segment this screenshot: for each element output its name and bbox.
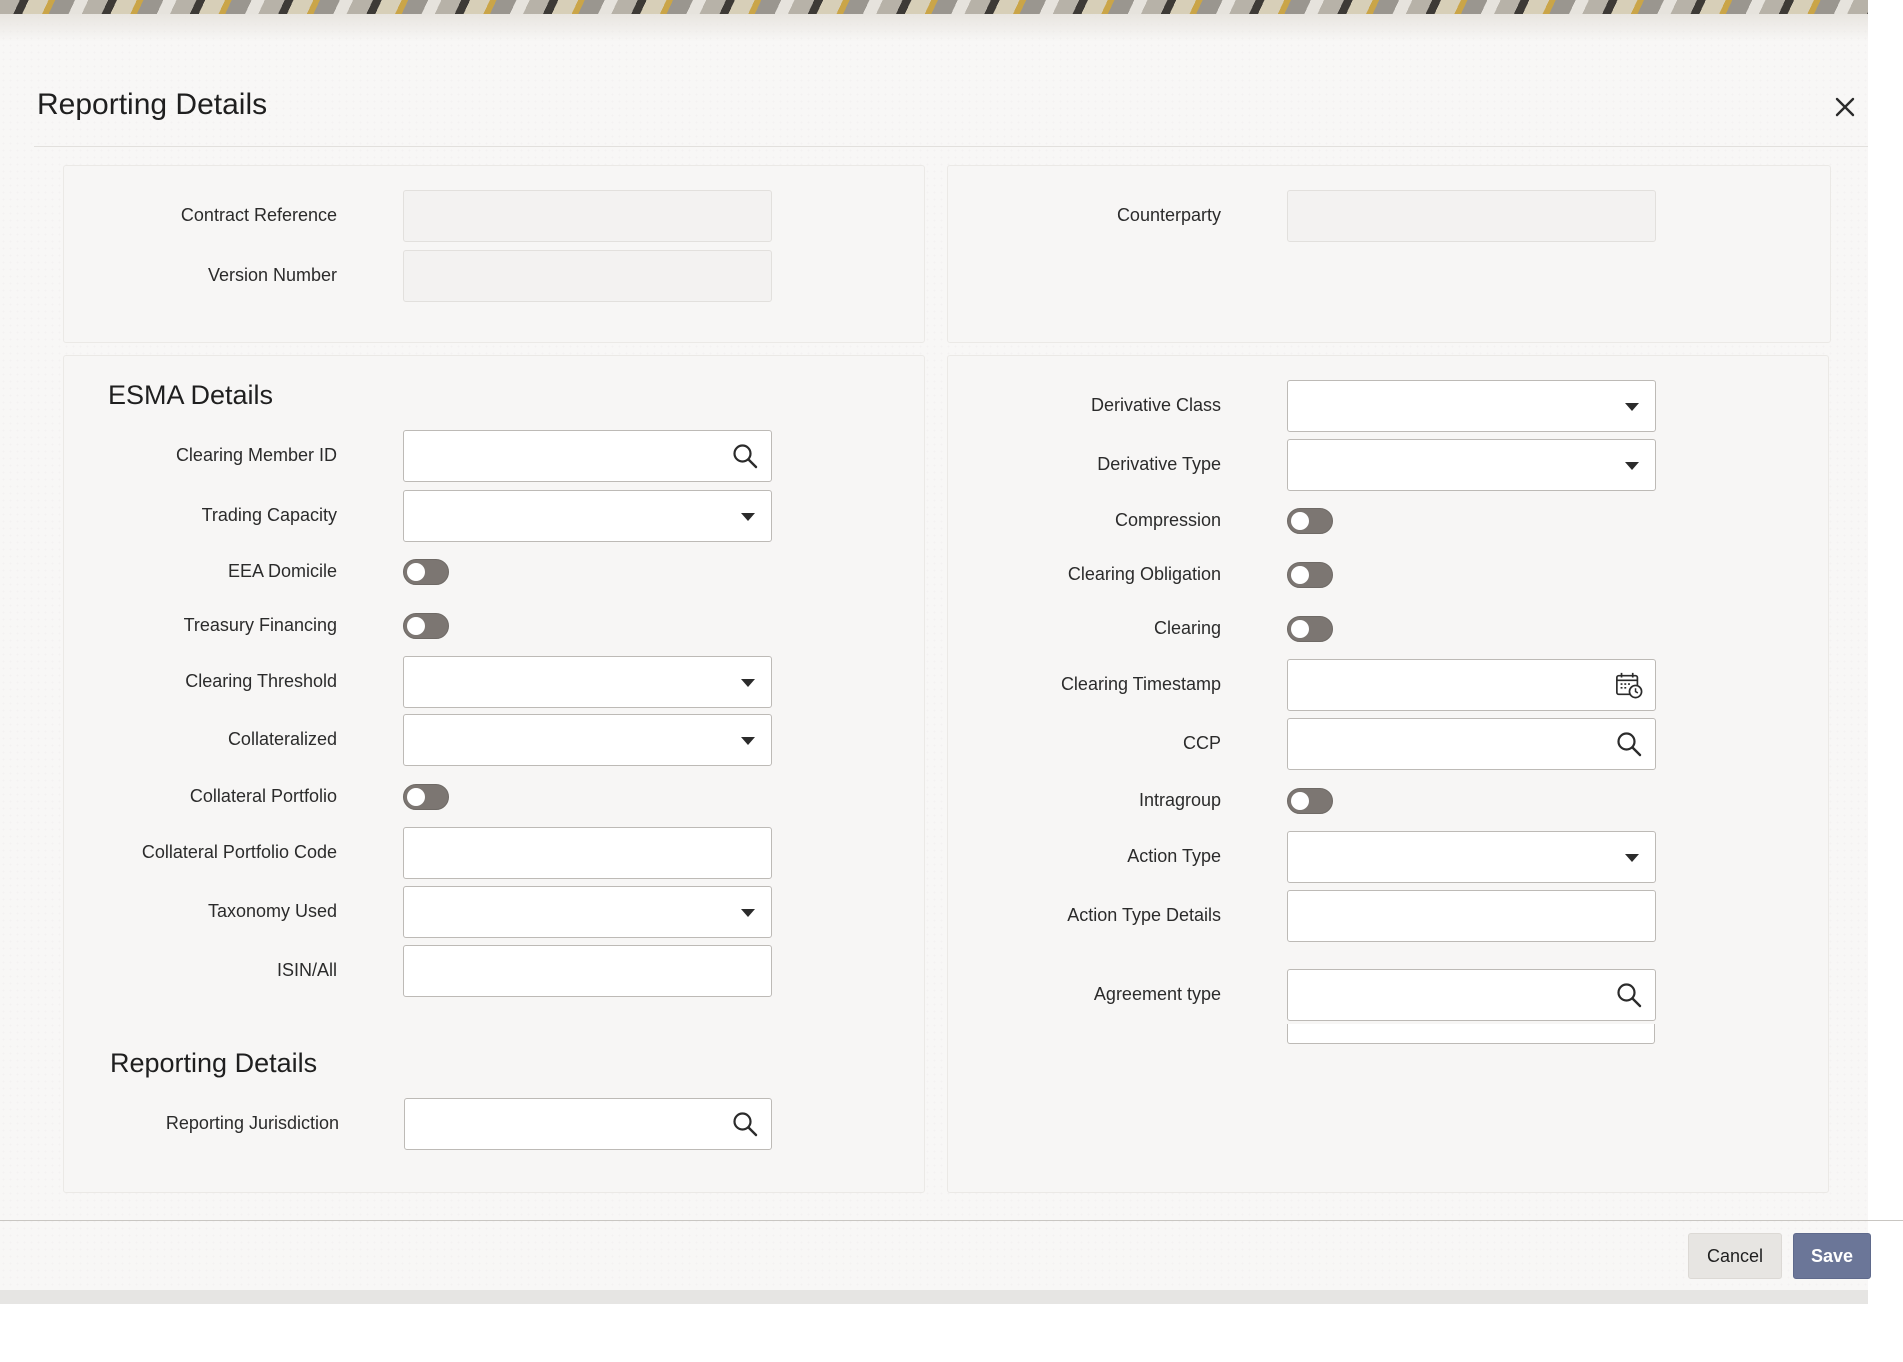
search-icon[interactable]: [1615, 730, 1643, 758]
ccp-label: CCP: [1182, 733, 1221, 753]
agreement-type-label: Agreement type: [1093, 984, 1221, 1004]
close-button[interactable]: [1830, 92, 1860, 122]
clearing-obligation-label: Clearing Obligation: [1067, 564, 1221, 584]
action-type-label: Action Type: [1127, 846, 1221, 866]
eea-domicile-label: EEA Domicile: [227, 561, 337, 581]
contract-reference-label: Contract Reference: [180, 205, 337, 225]
clearing-label: Clearing: [1153, 618, 1221, 638]
clearing-member-id-label: Clearing Member ID: [175, 445, 337, 465]
agreement-type-input[interactable]: [1287, 969, 1656, 1021]
counterparty-input[interactable]: [1287, 190, 1656, 242]
chevron-down-icon: [741, 679, 755, 687]
chevron-down-icon: [741, 909, 755, 917]
chevron-down-icon: [741, 737, 755, 745]
esma-section-title: ESMA Details: [108, 380, 274, 410]
intragroup-toggle[interactable]: [1287, 788, 1333, 814]
toggle-knob: [407, 788, 425, 806]
calendar-clock-icon[interactable]: [1615, 671, 1643, 699]
clipped-field-edge: [1287, 1024, 1655, 1044]
action-type-select[interactable]: [1287, 831, 1656, 883]
version-number-label: Version Number: [207, 265, 337, 285]
collateral-portfolio-toggle[interactable]: [403, 784, 449, 810]
footer-divider: [0, 1220, 1903, 1221]
chevron-down-icon: [741, 513, 755, 521]
collateralized-select[interactable]: [403, 714, 772, 766]
toggle-knob: [1291, 620, 1309, 638]
toggle-knob: [407, 563, 425, 581]
action-type-details-label: Action Type Details: [1067, 905, 1221, 925]
chevron-down-icon: [1625, 854, 1639, 862]
isin-all-label: ISIN/All: [276, 960, 337, 980]
derivative-type-select[interactable]: [1287, 439, 1656, 491]
toggle-knob: [1291, 566, 1309, 584]
clearing-threshold-label: Clearing Threshold: [185, 671, 337, 691]
chevron-down-icon: [1625, 403, 1639, 411]
taxonomy-used-select[interactable]: [403, 886, 772, 938]
clearing-member-id-input[interactable]: [403, 430, 772, 482]
contract-reference-input[interactable]: [403, 190, 772, 242]
search-icon[interactable]: [1615, 981, 1643, 1009]
clearing-timestamp-label: Clearing Timestamp: [1060, 674, 1221, 694]
taxonomy-used-label: Taxonomy Used: [207, 901, 337, 921]
clearing-threshold-select[interactable]: [403, 656, 772, 708]
save-button[interactable]: Save: [1793, 1233, 1871, 1279]
collateralized-label: Collateralized: [227, 729, 337, 749]
derivative-class-label: Derivative Class: [1090, 395, 1221, 415]
isin-all-input[interactable]: [403, 945, 772, 997]
trading-capacity-select[interactable]: [403, 490, 772, 542]
clearing-toggle[interactable]: [1287, 616, 1333, 642]
toggle-knob: [1291, 792, 1309, 810]
header-banner-fade: [0, 14, 1868, 42]
search-icon[interactable]: [731, 442, 759, 470]
treasury-financing-label: Treasury Financing: [183, 615, 337, 635]
collateral-portfolio-code-input[interactable]: [403, 827, 772, 879]
title-divider: [34, 146, 1868, 147]
reporting-section-title: Reporting Details: [110, 1048, 318, 1078]
derivative-class-select[interactable]: [1287, 380, 1656, 432]
header-banner: [0, 0, 1868, 14]
reporting-jurisdiction-label: Reporting Jurisdiction: [165, 1113, 339, 1133]
trading-capacity-label: Trading Capacity: [201, 505, 337, 525]
action-type-details-input[interactable]: [1287, 890, 1656, 942]
cancel-button[interactable]: Cancel: [1688, 1233, 1782, 1279]
window-bottom-edge: [0, 1290, 1868, 1304]
collateral-portfolio-code-label: Collateral Portfolio Code: [141, 842, 337, 862]
clearing-obligation-toggle[interactable]: [1287, 562, 1333, 588]
eea-domicile-toggle[interactable]: [403, 559, 449, 585]
derivative-type-label: Derivative Type: [1097, 454, 1221, 474]
clearing-timestamp-input[interactable]: [1287, 659, 1656, 711]
treasury-financing-toggle[interactable]: [403, 613, 449, 639]
search-icon[interactable]: [731, 1110, 759, 1138]
dialog-title: Reporting Details: [37, 88, 268, 121]
ccp-input[interactable]: [1287, 718, 1656, 770]
counterparty-label: Counterparty: [1116, 205, 1221, 225]
compression-toggle[interactable]: [1287, 508, 1333, 534]
version-number-input[interactable]: [403, 250, 772, 302]
collateral-portfolio-label: Collateral Portfolio: [189, 786, 337, 806]
reporting-details-dialog: Reporting Details Contract Reference Ver…: [0, 0, 1903, 1290]
toggle-knob: [407, 617, 425, 635]
reporting-jurisdiction-input[interactable]: [404, 1098, 772, 1150]
intragroup-label: Intragroup: [1138, 790, 1221, 810]
close-icon: [1835, 97, 1855, 117]
chevron-down-icon: [1625, 462, 1639, 470]
compression-label: Compression: [1114, 510, 1221, 530]
toggle-knob: [1291, 512, 1309, 530]
